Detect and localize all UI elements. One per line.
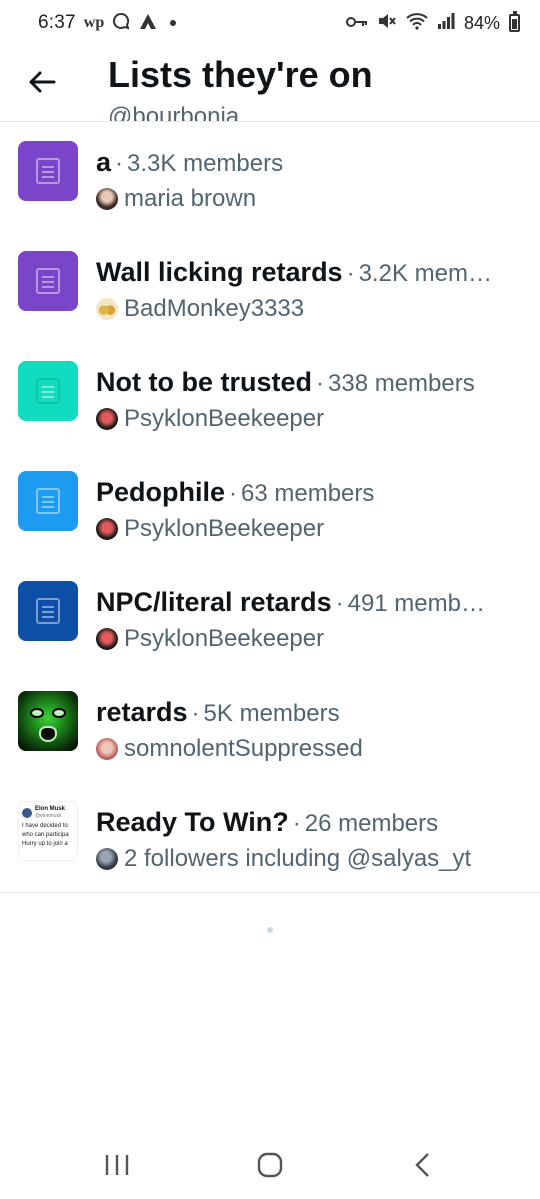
recent-apps-icon bbox=[105, 1154, 128, 1175]
separator: · bbox=[191, 700, 200, 727]
battery-icon bbox=[509, 11, 520, 32]
tweet-author-handle: @elonmusk bbox=[35, 813, 62, 819]
separator: · bbox=[292, 810, 301, 837]
list-name: Not to be trusted bbox=[96, 367, 312, 397]
list-end-divider bbox=[0, 892, 540, 893]
list-name: NPC/literal retards bbox=[96, 587, 332, 617]
chevron-left-icon bbox=[415, 1152, 430, 1177]
status-time: 6:37 bbox=[38, 12, 76, 33]
tweet-author-name: Elon Musk bbox=[35, 806, 66, 812]
tweet-text-line: who can participa bbox=[22, 832, 69, 838]
list-document-icon bbox=[36, 488, 60, 514]
list-name: retards bbox=[96, 697, 188, 727]
lists-container: a · 3.3K members maria brown Wall licking … bbox=[0, 123, 540, 893]
chat-icon bbox=[112, 12, 130, 35]
owner-avatar bbox=[96, 408, 118, 430]
list-name: Wall licking retards bbox=[96, 257, 343, 287]
tweet-text-line: Hurry up to join a bbox=[22, 841, 68, 847]
list-avatar bbox=[18, 141, 78, 201]
list-item[interactable]: Pedophile · 63 members PsyklonBeekeeper bbox=[0, 453, 540, 563]
home-button[interactable] bbox=[240, 1135, 300, 1195]
loading-indicator bbox=[267, 927, 273, 933]
owner-avatar bbox=[96, 738, 118, 760]
arrow-left-icon bbox=[29, 71, 56, 93]
notification-dot-icon bbox=[170, 20, 177, 26]
vpn-key-icon bbox=[345, 13, 368, 34]
battery-percent: 84% bbox=[463, 12, 500, 33]
member-count: 3.2K mem… bbox=[358, 260, 492, 287]
member-count: 63 members bbox=[241, 480, 375, 507]
list-name: a bbox=[96, 147, 112, 177]
owner-name: BadMonkey3333 bbox=[124, 295, 305, 322]
separator: · bbox=[229, 480, 238, 507]
owner-avatar bbox=[96, 628, 118, 650]
owner-name: maria brown bbox=[124, 185, 257, 212]
list-avatar bbox=[18, 361, 78, 421]
page-subtitle: @bourbonia bbox=[108, 103, 240, 122]
member-count: 3.3K members bbox=[127, 150, 284, 177]
status-bar: 6:37 wp 84% bbox=[0, 0, 540, 46]
recent-apps-button[interactable] bbox=[87, 1135, 147, 1195]
owner-name: PsyklonBeekeeper bbox=[124, 625, 325, 652]
owner-avatar bbox=[96, 188, 118, 210]
separator: · bbox=[316, 370, 324, 397]
separator: · bbox=[346, 260, 355, 287]
owner-avatar bbox=[96, 848, 118, 870]
tweet-text-line: I have decided to bbox=[22, 823, 68, 829]
mute-icon bbox=[377, 12, 397, 35]
wp-icon: wp bbox=[83, 14, 105, 31]
page-title: Lists they're on bbox=[108, 54, 373, 95]
owner-avatar bbox=[96, 298, 118, 320]
member-count: 338 members bbox=[328, 370, 475, 397]
member-count: 26 members bbox=[304, 810, 439, 837]
list-avatar bbox=[18, 251, 78, 311]
owner-name: PsyklonBeekeeper bbox=[124, 405, 325, 432]
list-item[interactable]: NPC/literal retards · 491 memb… PsyklonBee… bbox=[0, 563, 540, 673]
back-nav-button[interactable] bbox=[393, 1135, 453, 1195]
list-item[interactable]: Elon Musk @elonmusk I have decided to wh… bbox=[0, 783, 540, 893]
list-name: Pedophile bbox=[96, 477, 226, 507]
list-document-icon bbox=[36, 598, 60, 624]
tweet-author-avatar bbox=[22, 807, 32, 818]
list-avatar bbox=[18, 691, 78, 751]
member-count: 5K members bbox=[203, 700, 340, 727]
separator: · bbox=[115, 150, 124, 177]
list-avatar: Elon Musk @elonmusk I have decided to wh… bbox=[18, 801, 78, 861]
owner-name: 2 followers including @salyas_yt bbox=[124, 845, 472, 872]
signal-icon bbox=[437, 12, 455, 34]
arch-icon bbox=[138, 12, 158, 35]
list-avatar bbox=[18, 471, 78, 531]
list-document-icon bbox=[36, 378, 60, 404]
back-button[interactable] bbox=[22, 62, 62, 102]
wifi-icon bbox=[406, 12, 428, 35]
system-nav-bar bbox=[0, 1130, 540, 1199]
home-icon bbox=[257, 1152, 283, 1177]
list-item[interactable]: Wall licking retards · 3.2K mem… BadMonkey… bbox=[0, 233, 540, 343]
owner-avatar bbox=[96, 518, 118, 540]
list-avatar bbox=[18, 581, 78, 641]
list-document-icon bbox=[36, 268, 60, 294]
green-skull-image bbox=[24, 696, 72, 746]
member-count: 491 memb… bbox=[347, 590, 485, 617]
list-document-icon bbox=[36, 158, 60, 184]
separator: · bbox=[335, 590, 344, 617]
list-item[interactable]: retards · 5K members somnolentSuppressed bbox=[0, 673, 540, 783]
list-item[interactable]: a · 3.3K members maria brown bbox=[0, 123, 540, 233]
list-name: Ready To Win? bbox=[96, 807, 289, 837]
header: Lists they're on @bourbonia bbox=[0, 46, 540, 122]
owner-name: PsyklonBeekeeper bbox=[124, 515, 325, 542]
list-item[interactable]: Not to be trusted · 338 members PsyklonBee… bbox=[0, 343, 540, 453]
owner-name: somnolentSuppressed bbox=[124, 735, 363, 762]
